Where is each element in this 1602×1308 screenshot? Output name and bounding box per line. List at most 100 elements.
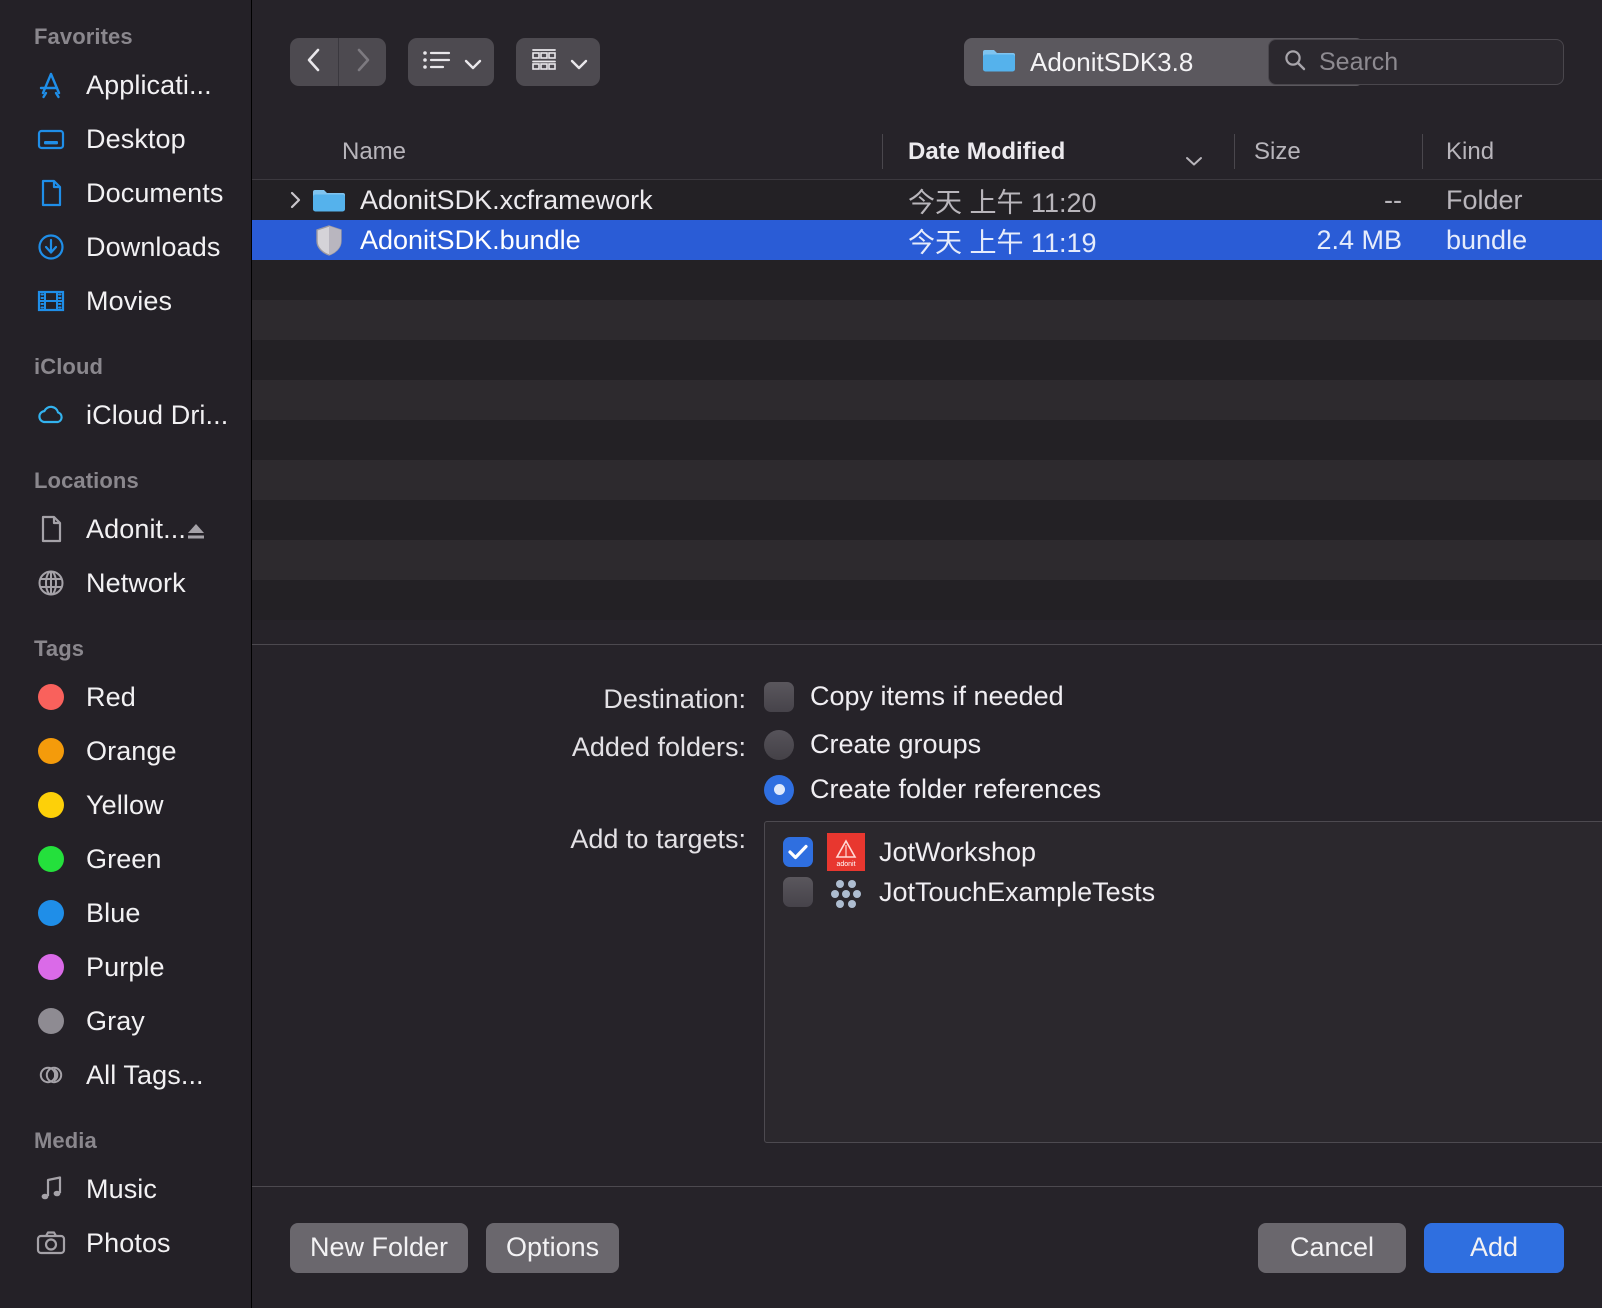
sidebar-item-label: Music	[86, 1173, 158, 1204]
sidebar-item-label: All Tags...	[86, 1059, 204, 1090]
tag-dot-icon	[34, 788, 68, 822]
empty-row	[252, 420, 1602, 460]
tag-dot-icon	[34, 734, 68, 768]
folder-icon	[312, 183, 346, 217]
list-item[interactable]: JotTouchExampleTests	[765, 872, 1602, 912]
chevron-down-icon	[570, 57, 588, 69]
create-groups-radio-row[interactable]: Create groups	[764, 729, 1101, 760]
copy-items-checkbox[interactable]	[764, 681, 794, 712]
sidebar-item-music[interactable]: Music	[0, 1162, 251, 1216]
column-header-kind[interactable]: Kind	[1422, 124, 1602, 179]
sidebar-item-tag-purple[interactable]: Purple	[0, 940, 251, 994]
file-kind-cell: bundle	[1446, 224, 1528, 255]
empty-row	[252, 300, 1602, 340]
search-field[interactable]: Search	[1268, 39, 1564, 85]
folder-icon	[982, 46, 1016, 79]
tag-dot-icon	[34, 950, 68, 984]
sidebar-item-downloads[interactable]: Downloads	[0, 220, 251, 274]
added-folders-label: Added folders:	[571, 732, 746, 762]
sidebar-item-tag-blue[interactable]: Blue	[0, 886, 251, 940]
sidebar-item-label: Green	[86, 843, 162, 874]
sidebar-item-adonit-disk[interactable]: Adonit...	[0, 502, 251, 556]
table-row[interactable]: AdonitSDK.bundle 今天 上午 11:19 2.4 MB bund…	[252, 220, 1602, 260]
sidebar-item-label: Downloads	[86, 231, 221, 262]
sidebar-item-tag-yellow[interactable]: Yellow	[0, 778, 251, 832]
adonit-app-icon: adonit	[827, 833, 865, 871]
forward-button[interactable]	[338, 38, 386, 86]
toolbar: AdonitSDK3.8 Search	[252, 0, 1602, 124]
file-name-cell: AdonitSDK.bundle	[252, 223, 882, 257]
chevron-right-icon	[353, 47, 373, 78]
tag-dot-icon	[34, 896, 68, 930]
sidebar-item-label: Red	[86, 681, 136, 712]
destination-label: Destination:	[603, 684, 746, 714]
sidebar-group-title-locations: Locations	[34, 468, 139, 493]
sidebar-item-tag-gray[interactable]: Gray	[0, 994, 251, 1048]
chevron-left-icon	[304, 47, 324, 78]
sidebar-item-label: Desktop	[86, 123, 186, 154]
options-button[interactable]: Options	[486, 1222, 620, 1273]
column-header-label: Size	[1254, 137, 1301, 165]
file-name-label: AdonitSDK.xcframework	[360, 184, 653, 215]
sidebar-item-all-tags[interactable]: All Tags...	[0, 1048, 251, 1102]
targets-list[interactable]: adonit JotWorkshop JotTouchExampleTests	[764, 821, 1602, 1143]
sidebar-item-applications[interactable]: Applicati...	[0, 58, 251, 112]
file-list[interactable]: AdonitSDK.xcframework 今天 上午 11:20 -- Fol…	[252, 180, 1602, 644]
target-checkbox[interactable]	[783, 877, 813, 907]
create-folder-references-radio[interactable]	[764, 774, 794, 805]
file-size-cell: --	[1384, 184, 1402, 215]
sidebar-item-desktop[interactable]: Desktop	[0, 112, 251, 166]
import-options-pane: Destination: Copy items if needed Added …	[252, 644, 1602, 1186]
eject-icon[interactable]	[185, 518, 207, 540]
sidebar-group-title-tags: Tags	[34, 636, 85, 661]
table-row[interactable]: AdonitSDK.xcframework 今天 上午 11:20 -- Fol…	[252, 180, 1602, 220]
copy-items-checkbox-row[interactable]: Copy items if needed	[764, 681, 1064, 712]
file-kind-cell: Folder	[1446, 184, 1523, 215]
search-icon	[1283, 48, 1307, 77]
search-placeholder: Search	[1319, 47, 1399, 76]
sidebar-item-icloud-drive[interactable]: iCloud Dri...	[0, 388, 251, 442]
tag-dot-icon	[34, 680, 68, 714]
create-folder-references-radio-row[interactable]: Create folder references	[764, 774, 1101, 805]
target-checkbox[interactable]	[783, 837, 813, 867]
view-mode-button[interactable]	[408, 38, 494, 86]
bundle-icon	[312, 223, 346, 257]
back-button[interactable]	[290, 38, 338, 86]
sidebar-item-tag-orange[interactable]: Orange	[0, 724, 251, 778]
cancel-button[interactable]: Cancel	[1258, 1222, 1406, 1273]
path-label: AdonitSDK3.8	[1030, 46, 1194, 77]
target-name-label: JotWorkshop	[879, 836, 1037, 867]
empty-row	[252, 380, 1602, 420]
group-mode-button[interactable]	[516, 38, 600, 86]
column-header-label: Date Modified	[908, 137, 1066, 165]
add-to-targets-row: Add to targets: adonit JotWorkshop JotTo…	[252, 821, 1602, 1143]
sidebar-item-tag-red[interactable]: Red	[0, 670, 251, 724]
main-panel: AdonitSDK3.8 Search Name Date Modified S…	[252, 0, 1602, 1308]
sidebar-group-favorites: Favorites Applicati... Desktop Documents	[0, 24, 251, 328]
sidebar-item-network[interactable]: Network	[0, 556, 251, 610]
new-folder-button[interactable]: New Folder	[290, 1222, 469, 1273]
sidebar: Favorites Applicati... Desktop Documents	[0, 0, 252, 1308]
empty-row	[252, 260, 1602, 300]
sidebar-item-label: Photos	[86, 1227, 171, 1258]
grid-view-icon	[530, 47, 558, 78]
column-header-name[interactable]: Name	[252, 124, 882, 179]
camera-icon	[34, 1226, 68, 1260]
empty-row	[252, 340, 1602, 380]
sidebar-item-tag-green[interactable]: Green	[0, 832, 251, 886]
empty-row	[252, 460, 1602, 500]
list-item[interactable]: adonit JotWorkshop	[765, 832, 1602, 872]
column-header-size[interactable]: Size	[1234, 124, 1422, 179]
disclosure-triangle-icon[interactable]	[282, 190, 308, 210]
music-note-icon	[34, 1172, 68, 1206]
create-groups-radio[interactable]	[764, 729, 794, 760]
sidebar-group-media: Media Music Photos	[0, 1128, 251, 1270]
sidebar-item-photos[interactable]: Photos	[0, 1216, 251, 1270]
document-icon	[34, 176, 68, 210]
sidebar-item-documents[interactable]: Documents	[0, 166, 251, 220]
sidebar-group-title-icloud: iCloud	[34, 354, 104, 379]
add-button[interactable]: Add	[1424, 1222, 1564, 1273]
column-header-date-modified[interactable]: Date Modified	[882, 124, 1234, 179]
column-header-label: Name	[342, 137, 407, 165]
sidebar-item-movies[interactable]: Movies	[0, 274, 251, 328]
